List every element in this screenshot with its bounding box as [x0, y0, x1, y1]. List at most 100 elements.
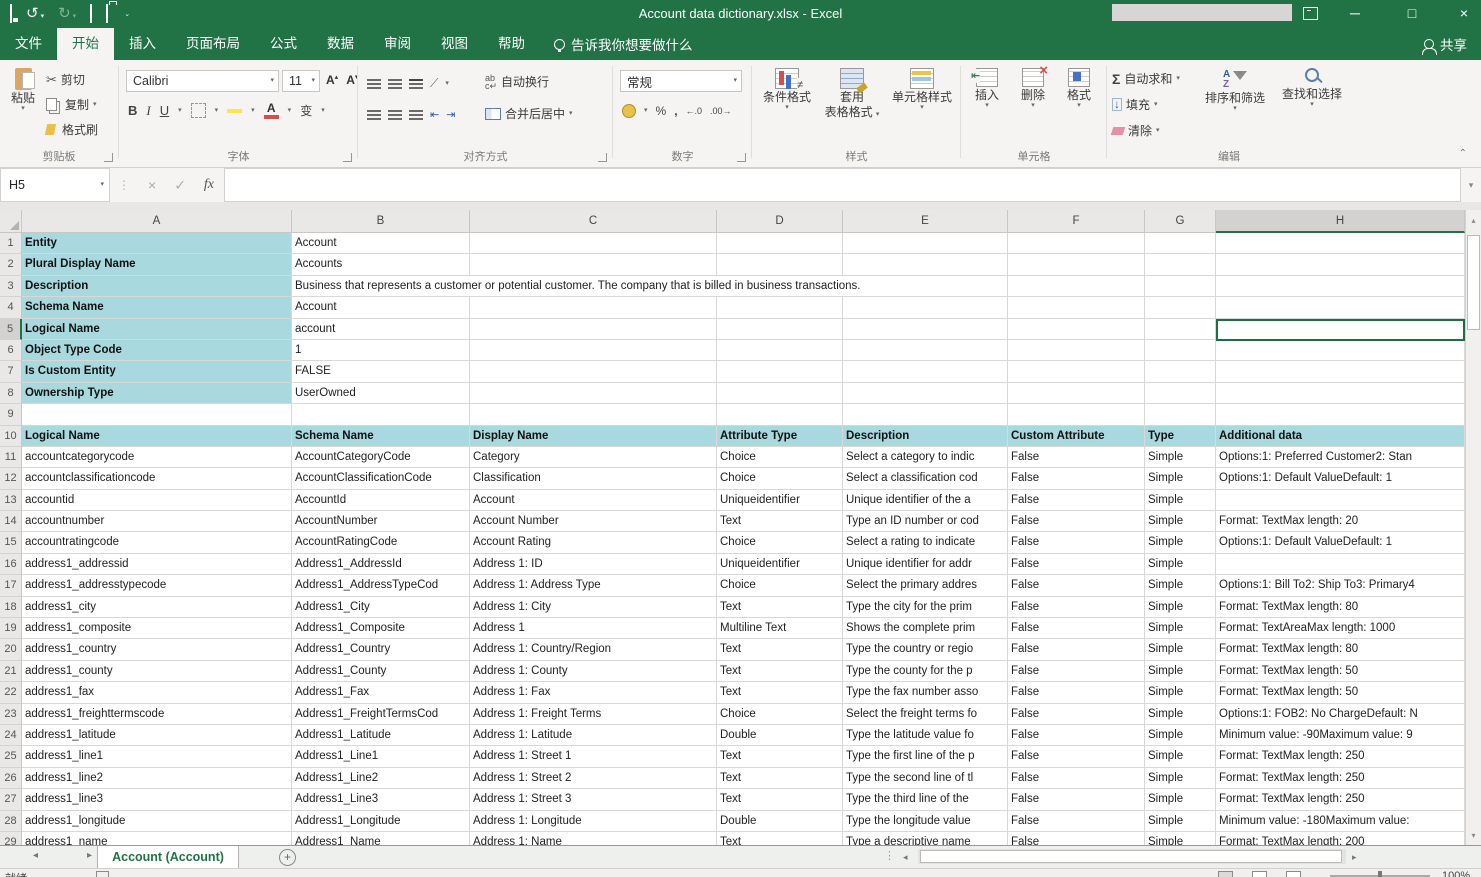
- cell-F21[interactable]: False: [1008, 661, 1145, 682]
- cell-F27[interactable]: False: [1008, 789, 1145, 810]
- copy-button[interactable]: 复制 ▾: [46, 96, 97, 113]
- autosum-button[interactable]: Σ 自动求和 ▾: [1112, 70, 1180, 87]
- cell-D25[interactable]: Text: [717, 746, 843, 767]
- cell-H24[interactable]: Minimum value: -90Maximum value: 9: [1216, 725, 1465, 746]
- insert-cells-button[interactable]: 插入 ▾: [966, 68, 1008, 109]
- cell-D21[interactable]: Text: [717, 661, 843, 682]
- cell-D6[interactable]: [717, 340, 843, 361]
- cell-G26[interactable]: Simple: [1145, 768, 1216, 789]
- insert-function-icon[interactable]: fx: [204, 177, 214, 193]
- cell-E16[interactable]: Unique identifier for addr: [843, 554, 1008, 575]
- cell-F5[interactable]: [1008, 319, 1145, 340]
- wrap-text-button[interactable]: abc↵ 自动换行: [485, 73, 549, 90]
- row-header-6[interactable]: 6: [0, 340, 22, 361]
- cell-B8[interactable]: UserOwned: [292, 383, 470, 404]
- cell-C18[interactable]: Address 1: City: [470, 597, 717, 618]
- cell-D18[interactable]: Text: [717, 597, 843, 618]
- cell-B22[interactable]: Address1_Fax: [292, 682, 470, 703]
- cell-H7[interactable]: [1216, 361, 1465, 382]
- cell-F11[interactable]: False: [1008, 447, 1145, 468]
- cell-A6[interactable]: Object Type Code: [22, 340, 292, 361]
- cell-G11[interactable]: Simple: [1145, 447, 1216, 468]
- cell-E26[interactable]: Type the second line of tl: [843, 768, 1008, 789]
- cell-A11[interactable]: accountcategorycode: [22, 447, 292, 468]
- row-header-4[interactable]: 4: [0, 297, 22, 318]
- cell-H20[interactable]: Format: TextMax length: 80: [1216, 639, 1465, 660]
- cell-G24[interactable]: Simple: [1145, 725, 1216, 746]
- format-as-table-button[interactable]: 套用 表格格式 ▾: [821, 68, 883, 119]
- cell-G14[interactable]: Simple: [1145, 511, 1216, 532]
- cell-D23[interactable]: Choice: [717, 704, 843, 725]
- cell-E17[interactable]: Select the primary addres: [843, 575, 1008, 596]
- cell-G21[interactable]: Simple: [1145, 661, 1216, 682]
- cell-F22[interactable]: False: [1008, 682, 1145, 703]
- cell-F13[interactable]: False: [1008, 490, 1145, 511]
- column-header-B[interactable]: B: [292, 210, 470, 233]
- cell-E29[interactable]: Type a descriptive name: [843, 832, 1008, 845]
- row-header-17[interactable]: 17: [0, 575, 22, 596]
- font-name-caret-icon[interactable]: ▾: [270, 78, 278, 84]
- cell-C12[interactable]: Classification: [470, 468, 717, 489]
- ribbon-tab-数据[interactable]: 数据: [312, 28, 369, 60]
- cell-H4[interactable]: [1216, 297, 1465, 318]
- row-header-25[interactable]: 25: [0, 746, 22, 767]
- cell-G23[interactable]: Simple: [1145, 704, 1216, 725]
- cell-H26[interactable]: Format: TextMax length: 250: [1216, 768, 1465, 789]
- cell-F7[interactable]: [1008, 361, 1145, 382]
- cell-E9[interactable]: [843, 404, 1008, 425]
- cell-D11[interactable]: Choice: [717, 447, 843, 468]
- cell-F29[interactable]: False: [1008, 832, 1145, 845]
- select-all-corner[interactable]: [0, 210, 22, 233]
- cell-F9[interactable]: [1008, 404, 1145, 425]
- underline-button[interactable]: U: [160, 103, 169, 118]
- align-bottom-icon[interactable]: [409, 79, 423, 81]
- formula-input[interactable]: [224, 168, 1461, 202]
- minimize-button[interactable]: ─: [1338, 0, 1372, 28]
- cell-B23[interactable]: Address1_FreightTermsCod: [292, 704, 470, 725]
- cell-C8[interactable]: [470, 383, 717, 404]
- cell-F3[interactable]: [1008, 276, 1145, 297]
- cell-E20[interactable]: Type the country or regio: [843, 639, 1008, 660]
- cell-G17[interactable]: Simple: [1145, 575, 1216, 596]
- row-header-22[interactable]: 22: [0, 682, 22, 703]
- cell-B13[interactable]: AccountId: [292, 490, 470, 511]
- cell-F28[interactable]: False: [1008, 811, 1145, 832]
- cell-A22[interactable]: address1_fax: [22, 682, 292, 703]
- cell-A24[interactable]: address1_latitude: [22, 725, 292, 746]
- row-header-12[interactable]: 12: [0, 468, 22, 489]
- cell-B24[interactable]: Address1_Latitude: [292, 725, 470, 746]
- row-header-14[interactable]: 14: [0, 511, 22, 532]
- format-painter-button[interactable]: 格式刷: [46, 121, 98, 138]
- cell-D15[interactable]: Choice: [717, 532, 843, 553]
- cell-C15[interactable]: Account Rating: [470, 532, 717, 553]
- number-dialog-launcher-icon[interactable]: [737, 153, 746, 162]
- font-name-combo[interactable]: Calibri ▾: [126, 70, 279, 92]
- row-header-5[interactable]: 5: [0, 319, 22, 340]
- cell-F20[interactable]: False: [1008, 639, 1145, 660]
- ribbon-display-options-icon[interactable]: [1303, 7, 1318, 20]
- cell-A17[interactable]: address1_addresstypecode: [22, 575, 292, 596]
- ribbon-tab-插入[interactable]: 插入: [114, 28, 171, 60]
- cell-C17[interactable]: Address 1: Address Type: [470, 575, 717, 596]
- cell-D17[interactable]: Choice: [717, 575, 843, 596]
- row-header-3[interactable]: 3: [0, 276, 22, 297]
- cell-D12[interactable]: Choice: [717, 468, 843, 489]
- cell-F1[interactable]: [1008, 233, 1145, 254]
- align-middle-icon[interactable]: [388, 79, 402, 81]
- cell-B11[interactable]: AccountCategoryCode: [292, 447, 470, 468]
- cell-G3[interactable]: [1145, 276, 1216, 297]
- cell-H29[interactable]: Format: TextMax length: 200: [1216, 832, 1465, 845]
- row-header-21[interactable]: 21: [0, 661, 22, 682]
- cell-G12[interactable]: Simple: [1145, 468, 1216, 489]
- cell-F14[interactable]: False: [1008, 511, 1145, 532]
- cell-F16[interactable]: False: [1008, 554, 1145, 575]
- cell-F2[interactable]: [1008, 254, 1145, 275]
- find-select-button[interactable]: 查找和选择 ▾: [1276, 68, 1348, 108]
- italic-button[interactable]: I: [146, 103, 150, 119]
- cell-E28[interactable]: Type the longitude value: [843, 811, 1008, 832]
- cell-F10[interactable]: Custom Attribute: [1008, 426, 1145, 447]
- cell-E14[interactable]: Type an ID number or cod: [843, 511, 1008, 532]
- accessibility-status-icon[interactable]: [96, 871, 109, 877]
- cell-G2[interactable]: [1145, 254, 1216, 275]
- cell-F24[interactable]: False: [1008, 725, 1145, 746]
